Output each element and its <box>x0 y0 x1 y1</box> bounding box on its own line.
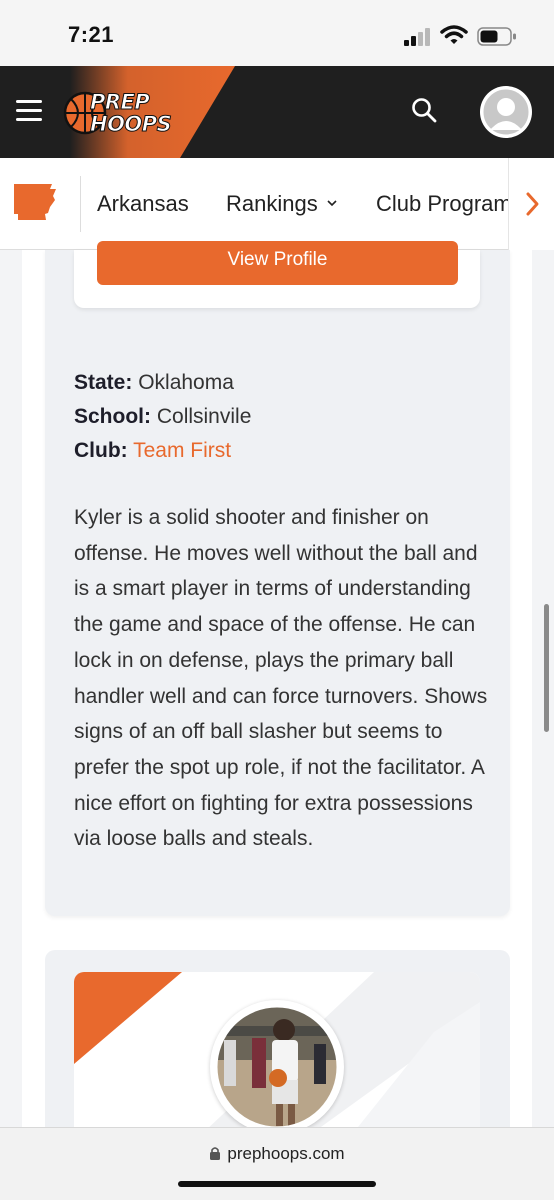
state-label: State: <box>74 371 133 394</box>
user-avatar[interactable] <box>480 86 532 138</box>
site-header: PREP HOOPS <box>0 66 554 158</box>
player-bio: Kyler is a solid shooter and finisher on… <box>74 506 488 851</box>
subnav-divider <box>80 176 81 232</box>
chevron-down-icon <box>327 200 337 207</box>
prephoops-logo[interactable]: PREP HOOPS <box>60 84 178 142</box>
state-subnav: Arkansas Rankings Club Program <box>0 158 554 250</box>
nav-item-rankings[interactable]: Rankings <box>226 191 338 217</box>
player-photo[interactable] <box>210 1000 344 1134</box>
menu-hamburger-icon[interactable] <box>16 100 42 122</box>
status-time: 7:21 <box>68 22 115 47</box>
state-value: Oklahoma <box>138 371 234 394</box>
logo-text-prep: PREP <box>89 90 150 115</box>
school-value: Collsinvile <box>156 405 252 428</box>
club-label: Club: <box>74 439 128 462</box>
browser-address-bar: prephoops.com <box>0 1127 554 1200</box>
school-label: School: <box>74 405 151 428</box>
url-display[interactable]: prephoops.com <box>0 1144 554 1164</box>
chevron-right-icon <box>526 192 539 216</box>
user-silhouette-icon <box>480 86 532 138</box>
wifi-icon <box>440 25 468 44</box>
arkansas-state-icon[interactable] <box>12 180 58 222</box>
detail-state: State: Oklahoma <box>74 371 234 395</box>
club-link[interactable]: Team First <box>133 439 231 462</box>
detail-club: Club: Team First <box>74 439 231 463</box>
detail-school: School: Collsinvile <box>74 405 251 429</box>
subnav-scroll-right-button[interactable] <box>508 158 554 250</box>
lock-icon <box>210 1147 221 1160</box>
status-bar: 7:21 <box>0 0 554 66</box>
view-profile-button[interactable]: View Profile <box>97 241 458 285</box>
nav-item-arkansas[interactable]: Arkansas <box>97 191 189 217</box>
home-indicator[interactable] <box>178 1181 376 1187</box>
url-text: prephoops.com <box>227 1144 345 1163</box>
nav-item-rankings-label: Rankings <box>226 191 318 216</box>
nav-item-club-programs[interactable]: Club Program <box>376 191 510 217</box>
battery-icon <box>477 27 516 46</box>
search-icon[interactable] <box>410 96 438 124</box>
logo-text-hoops: HOOPS <box>89 112 172 137</box>
page-scrollbar[interactable] <box>544 604 549 732</box>
player-photo-image <box>212 1002 342 1132</box>
cellular-signal-icon <box>404 28 434 46</box>
